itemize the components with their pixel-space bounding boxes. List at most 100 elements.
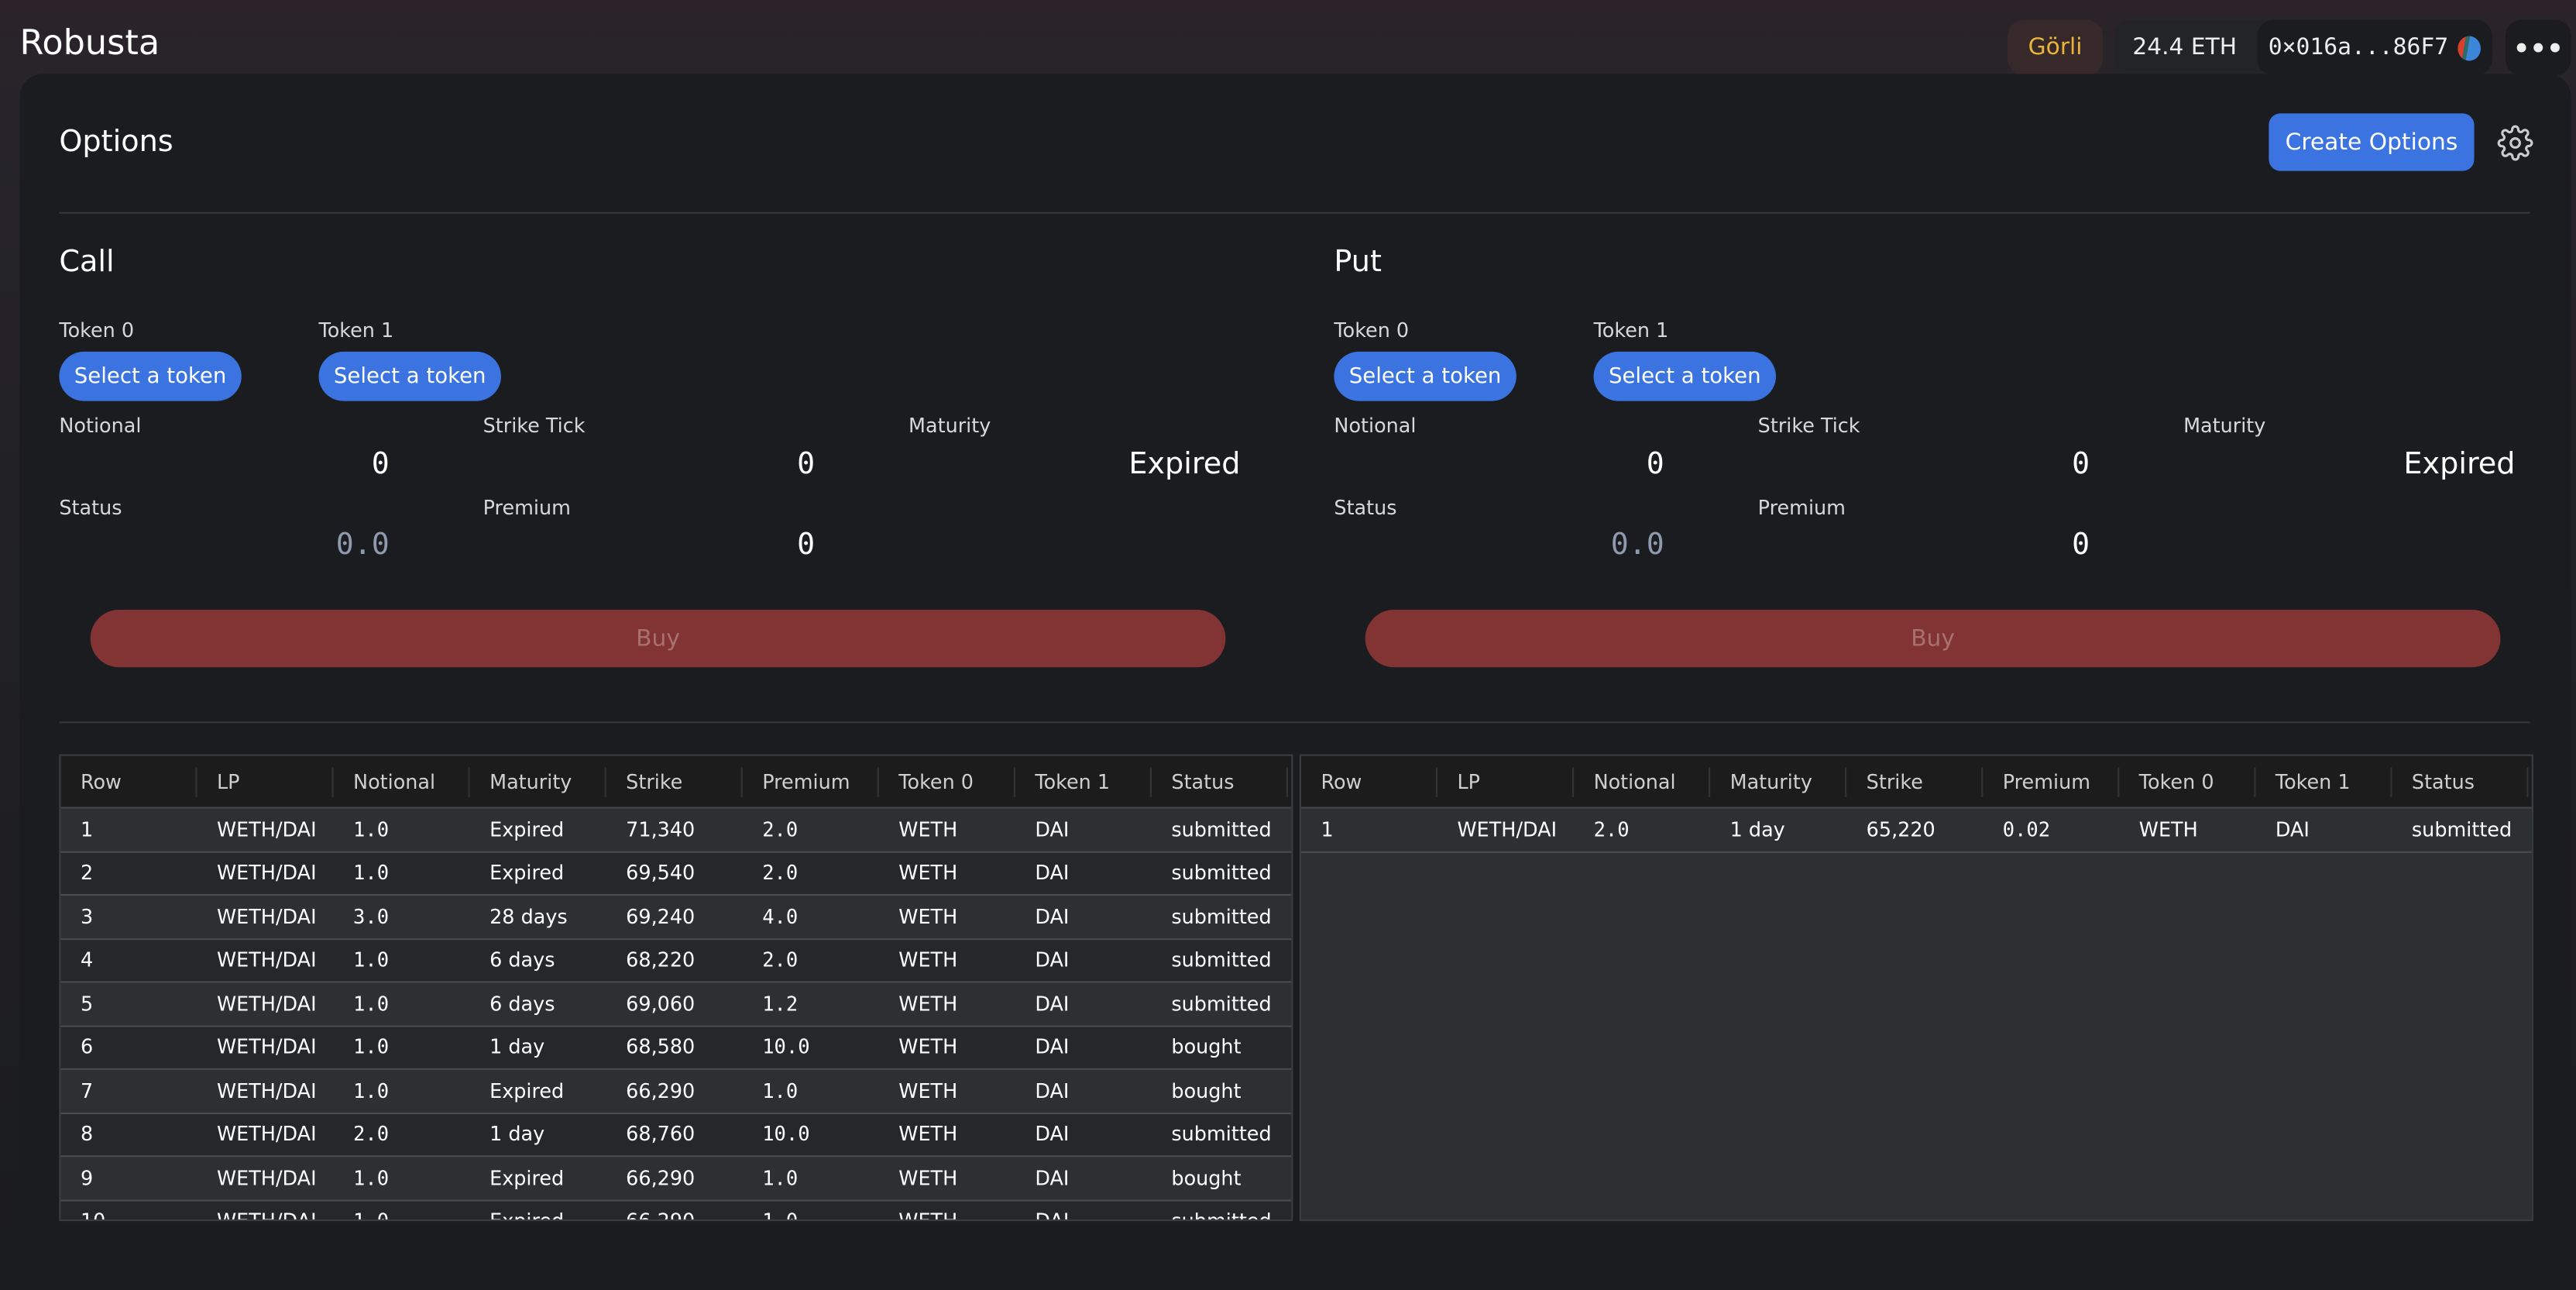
- table-cell: WETH: [898, 1123, 958, 1147]
- column-header[interactable]: Token 1: [2255, 766, 2392, 796]
- table-cell: submitted: [1152, 1210, 1288, 1219]
- table-row[interactable]: 7 WETH/DAI 1.0 Expired 66,290 1.0 WETH DAI bough…: [60, 1069, 1292, 1114]
- panel-title: Put: [1334, 245, 1382, 280]
- table-cell: DAI: [2275, 817, 2310, 841]
- table-cell: submitted: [1171, 1123, 1272, 1147]
- table-cell: WETH/DAI: [216, 817, 317, 841]
- more-dots-icon: •••: [2512, 32, 2564, 64]
- status-label: Status: [59, 496, 122, 520]
- account-button[interactable]: 0×016a...86F7: [2257, 19, 2492, 76]
- notional-value: 0: [371, 446, 390, 482]
- table-cell: 0.02: [2002, 817, 2051, 841]
- table-body: 1 WETH/DAI 2.0 1 day 65,220 0.02 WETH DAI submit…: [1300, 808, 2532, 852]
- table-cell: Expired: [489, 1079, 565, 1103]
- table-row[interactable]: 2 WETH/DAI 1.0 Expired 69,540 2.0 WETH DAI submi…: [60, 851, 1292, 896]
- table-cell: 1: [1321, 817, 1334, 841]
- column-header[interactable]: Notional: [334, 766, 470, 796]
- buy-put-button[interactable]: Buy: [1365, 609, 2501, 668]
- table-cell: 10: [60, 1210, 197, 1219]
- table-cell: submitted: [1171, 905, 1272, 928]
- buy-call-button[interactable]: Buy: [90, 609, 1226, 668]
- table-cell: DAI: [1035, 905, 1070, 928]
- select-token0-button[interactable]: Select a token: [1334, 351, 1516, 401]
- column-header[interactable]: LP: [197, 766, 334, 796]
- put-options-table[interactable]: Row LP Notional Maturity Strike Premium Token …: [1299, 754, 2533, 1222]
- table-cell: 1.0: [353, 1166, 390, 1190]
- table-row[interactable]: 1 WETH/DAI 2.0 1 day 65,220 0.02 WETH DAI submit…: [1300, 808, 2532, 852]
- column-header[interactable]: Notional: [1574, 766, 1711, 796]
- table-row[interactable]: 9 WETH/DAI 1.0 Expired 66,290 1.0 WETH DAI bough…: [60, 1157, 1292, 1201]
- column-header[interactable]: Maturity: [1710, 766, 1847, 796]
- column-header[interactable]: Status: [1152, 766, 1289, 796]
- table-cell: 1.0: [353, 817, 390, 841]
- table-row[interactable]: 8 WETH/DAI 2.0 1 day 68,760 10.0 WETH DAI submit…: [60, 1113, 1292, 1158]
- table-cell: 2.0: [762, 817, 799, 841]
- column-header[interactable]: Maturity: [470, 766, 606, 796]
- table-cell: 68,580: [626, 1035, 696, 1059]
- table-cell: WETH/DAI: [216, 1079, 317, 1103]
- table-row[interactable]: 1 WETH/DAI 1.0 Expired 71,340 2.0 WETH DAI submi…: [60, 808, 1292, 852]
- token0-label: Token 0: [59, 318, 135, 342]
- table-cell: DAI: [1035, 1123, 1070, 1147]
- column-header[interactable]: Status: [2392, 766, 2529, 796]
- table-cell: WETH/DAI: [197, 1210, 334, 1219]
- more-button[interactable]: •••: [2505, 19, 2571, 76]
- table-cell: bought: [1171, 1166, 1242, 1190]
- column-header[interactable]: Strike: [1846, 766, 1984, 796]
- network-badge[interactable]: Görli: [2008, 19, 2104, 76]
- column-header[interactable]: Token 0: [2119, 766, 2256, 796]
- table-header: Row LP Notional Maturity Strike Premium Token …: [1300, 755, 2532, 809]
- table-body: 1 WETH/DAI 1.0 Expired 71,340 2.0 WETH DAI submi…: [60, 808, 1292, 1219]
- column-header[interactable]: LP: [1437, 766, 1575, 796]
- strike-tick-label: Strike Tick: [483, 414, 586, 438]
- table-row[interactable]: 3 WETH/DAI 3.0 28 days 69,240 4.0 WETH DAI submi…: [60, 896, 1292, 940]
- table-cell: 1.0: [353, 1079, 390, 1103]
- column-header[interactable]: Row: [60, 766, 197, 796]
- table-cell: WETH/DAI: [1457, 817, 1558, 841]
- table-cell: 6 days: [489, 948, 555, 972]
- column-header[interactable]: Row: [1301, 766, 1438, 796]
- table-cell: WETH/DAI: [216, 862, 317, 885]
- table-cell: 1.0: [353, 1035, 390, 1059]
- table-cell: WETH: [898, 1035, 958, 1059]
- column-header[interactable]: Premium: [1983, 766, 2120, 796]
- page-title: Options: [59, 125, 173, 160]
- divider: [59, 212, 2530, 214]
- table-cell: 2.0: [762, 948, 799, 972]
- table-cell: bought: [1171, 1035, 1242, 1059]
- table-cell: 1.0: [762, 1079, 799, 1103]
- table-row[interactable]: 6 WETH/DAI 1.0 1 day 68,580 10.0 WETH DAI bought: [60, 1026, 1292, 1070]
- table-cell: 1.0: [762, 1166, 799, 1190]
- app-title: Robusta: [19, 22, 160, 63]
- column-header[interactable]: Premium: [743, 766, 879, 796]
- gear-icon[interactable]: [2497, 125, 2533, 161]
- table-cell: Expired: [470, 1210, 606, 1219]
- table-row[interactable]: 4 WETH/DAI 1.0 6 days 68,220 2.0 WETH DAI submit…: [60, 939, 1292, 983]
- table-cell: 1.0: [334, 1210, 470, 1219]
- select-token0-button[interactable]: Select a token: [59, 351, 242, 401]
- table-header: Row LP Notional Maturity Strike Premium Token …: [60, 755, 1292, 809]
- maturity-label: Maturity: [908, 414, 991, 438]
- column-header[interactable]: Token 1: [1015, 766, 1152, 796]
- table-cell: 3.0: [353, 905, 390, 928]
- table-cell: 1.0: [743, 1210, 879, 1219]
- table-cell: WETH: [898, 862, 958, 885]
- column-header[interactable]: Token 0: [879, 766, 1015, 796]
- table-cell: WETH/DAI: [216, 992, 317, 1016]
- table-cell: 28 days: [489, 905, 568, 928]
- table-cell: 10.0: [762, 1123, 810, 1147]
- call-options-table[interactable]: Row LP Notional Maturity Strike Premium Token …: [59, 754, 1293, 1222]
- table-row[interactable]: 10WETH/DAI1.0Expired66,2901.0WETHDAIsubm…: [60, 1200, 1292, 1219]
- column-header[interactable]: Strike: [606, 766, 743, 796]
- table-cell: 8: [80, 1123, 94, 1147]
- select-token1-button[interactable]: Select a token: [318, 351, 501, 401]
- table-row[interactable]: 5 WETH/DAI 1.0 6 days 69,060 1.2 WETH DAI submit…: [60, 982, 1292, 1027]
- table-cell: 10.0: [762, 1035, 810, 1059]
- table-cell: 69,540: [626, 862, 696, 885]
- premium-label: Premium: [483, 496, 571, 520]
- table-cell: 2.0: [1593, 817, 1630, 841]
- create-options-button[interactable]: Create Options: [2269, 113, 2475, 171]
- table-cell: DAI: [1035, 1166, 1070, 1190]
- select-token1-button[interactable]: Select a token: [1593, 351, 1777, 401]
- table-cell: 6 days: [489, 992, 555, 1016]
